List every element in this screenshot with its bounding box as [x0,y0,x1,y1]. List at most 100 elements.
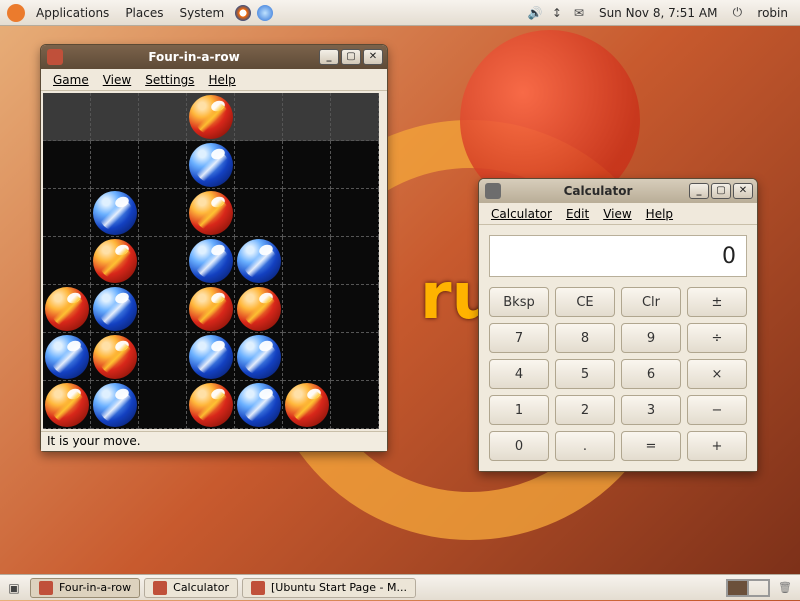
mail-icon[interactable]: ✉ [571,5,587,21]
four-menu-view[interactable]: View [97,71,137,89]
calc-app-icon [485,183,501,199]
board-cell[interactable] [331,189,379,237]
calc-key-6[interactable]: 6 [621,359,681,389]
board-cell[interactable] [139,333,187,381]
board-cell[interactable] [139,189,187,237]
board-cell[interactable] [331,285,379,333]
calc-menu-edit[interactable]: Edit [560,205,595,223]
calc-key-2[interactable]: 2 [555,395,615,425]
board-cell[interactable] [43,141,91,189]
trash-icon[interactable]: 🗑 [776,579,794,597]
panel-menu-system[interactable]: System [171,4,232,22]
clock[interactable]: Sun Nov 8, 7:51 AM [591,4,725,22]
calc-title: Calculator [507,184,689,198]
calc-key-[interactable]: − [687,395,747,425]
four-minimize-button[interactable]: _ [319,49,339,65]
task-label: Four-in-a-row [59,581,131,594]
task-label: [Ubuntu Start Page - M... [271,581,407,594]
board-cell[interactable] [139,93,187,141]
board-cell[interactable] [139,237,187,285]
power-icon[interactable]: ⏻ [729,5,745,21]
ubuntu-logo-icon[interactable] [7,4,25,22]
board-cell[interactable] [235,189,283,237]
four-in-a-row-window: Four-in-a-row _ ▢ ✕ Game View Settings H… [40,44,388,452]
board-cell[interactable] [283,93,331,141]
board-cell[interactable] [283,285,331,333]
calc-menu-calculator[interactable]: Calculator [485,205,558,223]
firefox-icon[interactable] [235,5,251,21]
task-icon [153,581,167,595]
board-cell[interactable] [283,141,331,189]
help-icon[interactable] [257,5,273,21]
red-ball [45,287,89,331]
taskbar-task[interactable]: Calculator [144,578,238,598]
board-cell[interactable] [283,189,331,237]
calc-key-[interactable]: . [555,431,615,461]
calc-key-5[interactable]: 5 [555,359,615,389]
calc-close-button[interactable]: ✕ [733,183,753,199]
calc-key-clr[interactable]: Clr [621,287,681,317]
blue-ball [237,335,281,379]
board-cell[interactable] [283,333,331,381]
game-board[interactable] [43,93,379,429]
board-cell[interactable] [43,189,91,237]
panel-menu-places[interactable]: Places [117,4,171,22]
calc-key-1[interactable]: 1 [489,395,549,425]
board-cell[interactable] [331,237,379,285]
board-cell[interactable] [139,381,187,429]
calc-key-3[interactable]: 3 [621,395,681,425]
calc-key-[interactable]: ± [687,287,747,317]
calc-menu-help[interactable]: Help [640,205,679,223]
taskbar-task[interactable]: [Ubuntu Start Page - M... [242,578,416,598]
board-cell[interactable] [43,93,91,141]
red-ball [93,335,137,379]
calc-key-7[interactable]: 7 [489,323,549,353]
calc-keypad: BkspCEClr±789÷ 456× 123− 0.=+ [489,287,747,461]
show-desktop-button[interactable]: ▣ [6,580,22,596]
four-menubar: Game View Settings Help [41,69,387,91]
calc-titlebar[interactable]: Calculator _ ▢ ✕ [479,179,757,203]
calc-key-[interactable]: ÷ [687,323,747,353]
calc-menu-view[interactable]: View [597,205,637,223]
calc-key-8[interactable]: 8 [555,323,615,353]
red-ball [93,239,137,283]
calc-key-[interactable]: + [687,431,747,461]
four-menu-settings[interactable]: Settings [139,71,200,89]
board-cell[interactable] [91,141,139,189]
four-menu-game[interactable]: Game [47,71,95,89]
network-icon[interactable]: ↕ [549,5,565,21]
four-maximize-button[interactable]: ▢ [341,49,361,65]
panel-menu-applications[interactable]: Applications [28,4,117,22]
four-status: It is your move. [41,431,387,451]
board-cell[interactable] [139,141,187,189]
taskbar-task[interactable]: Four-in-a-row [30,578,140,598]
four-menu-help[interactable]: Help [202,71,241,89]
four-close-button[interactable]: ✕ [363,49,383,65]
calc-key-[interactable]: × [687,359,747,389]
volume-icon[interactable]: 🔊 [527,5,543,21]
calc-key-ce[interactable]: CE [555,287,615,317]
board-cell[interactable] [91,93,139,141]
red-ball [189,287,233,331]
red-ball [285,383,329,427]
calc-maximize-button[interactable]: ▢ [711,183,731,199]
board-cell[interactable] [235,141,283,189]
calc-key-bksp[interactable]: Bksp [489,287,549,317]
board-cell[interactable] [283,237,331,285]
user-menu[interactable]: robin [749,4,796,22]
red-ball [189,383,233,427]
calc-minimize-button[interactable]: _ [689,183,709,199]
board-cell[interactable] [235,93,283,141]
board-cell[interactable] [331,333,379,381]
workspace-switcher[interactable] [726,579,770,597]
calc-key-9[interactable]: 9 [621,323,681,353]
board-cell[interactable] [331,141,379,189]
board-cell[interactable] [331,381,379,429]
board-cell[interactable] [43,237,91,285]
calc-key-4[interactable]: 4 [489,359,549,389]
board-cell[interactable] [331,93,379,141]
calc-key-[interactable]: = [621,431,681,461]
four-titlebar[interactable]: Four-in-a-row _ ▢ ✕ [41,45,387,69]
board-cell[interactable] [139,285,187,333]
calc-key-0[interactable]: 0 [489,431,549,461]
